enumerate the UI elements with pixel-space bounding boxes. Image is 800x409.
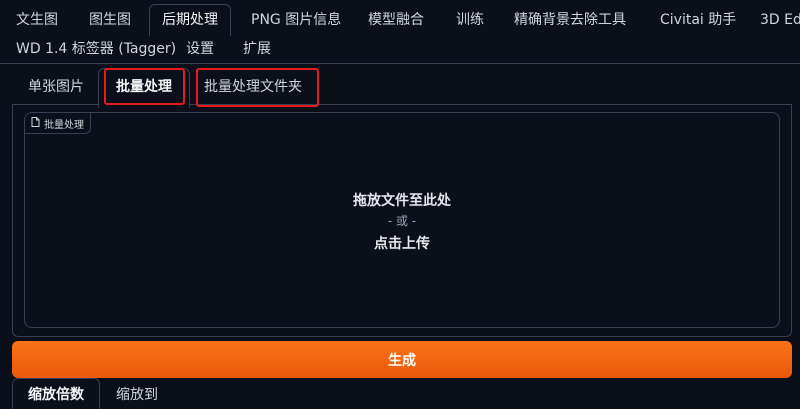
tab-settings[interactable]: 设置 — [186, 42, 214, 56]
subtab-batch-process[interactable]: 批量处理 — [116, 80, 172, 94]
file-icon — [31, 116, 40, 130]
dropzone-or-text: - 或 - — [387, 214, 417, 228]
subtab-single-image[interactable]: 单张图片 — [28, 80, 84, 94]
tab-train[interactable]: 训练 — [456, 13, 484, 27]
tab-extensions[interactable]: 扩展 — [243, 42, 271, 56]
tab-3d-edit[interactable]: 3D Edit — [760, 13, 800, 27]
tab-png-info[interactable]: PNG 图片信息 — [251, 13, 341, 27]
dropzone-drop-text: 拖放文件至此处 — [353, 193, 451, 209]
tab-scale-to[interactable]: 缩放到 — [116, 388, 158, 402]
tab-img2img[interactable]: 图生图 — [89, 13, 131, 27]
tab-extras[interactable]: 后期处理 — [149, 4, 231, 36]
dropzone-label: 批量处理 — [25, 113, 91, 134]
tab-wd14-tagger[interactable]: WD 1.4 标签器 (Tagger) — [16, 42, 176, 56]
tab-background-removal[interactable]: 精确背景去除工具 — [514, 13, 626, 27]
tab-checkpoint-merger[interactable]: 模型融合 — [368, 13, 424, 27]
tab-scale-by[interactable]: 缩放倍数 — [28, 388, 84, 402]
dropzone-label-text: 批量处理 — [44, 119, 84, 131]
tab-civitai-helper[interactable]: Civitai 助手 — [660, 13, 736, 27]
dropzone-click-upload-text[interactable]: 点击上传 — [24, 233, 780, 253]
generate-button[interactable]: 生成 — [12, 341, 792, 378]
tab-txt2img[interactable]: 文生图 — [16, 13, 58, 27]
subtab-batch-from-directory[interactable]: 批量处理文件夹 — [204, 80, 302, 94]
